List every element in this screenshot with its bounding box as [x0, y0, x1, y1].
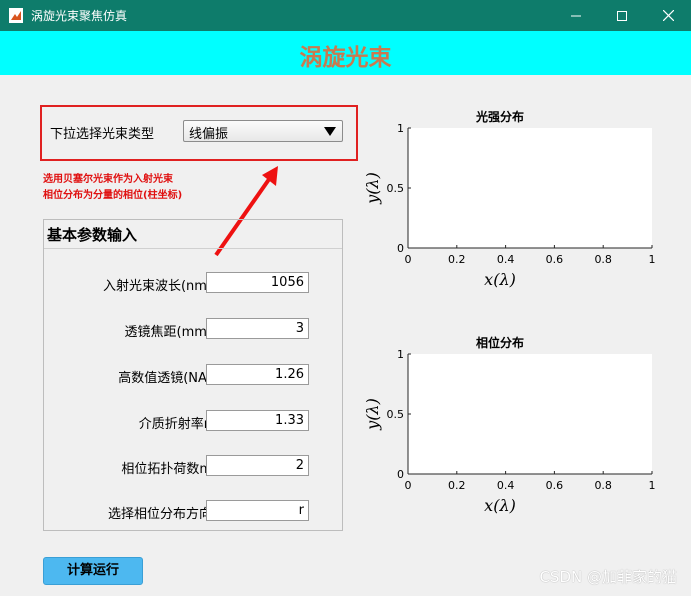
y-axis-label: y(λ)	[363, 398, 382, 431]
y-tick-label: 0.5	[387, 182, 405, 195]
x-tick-label: 1	[649, 479, 656, 492]
plot-area	[408, 128, 652, 248]
header-banner: 涡旋光束	[0, 31, 691, 75]
x-tick-label: 0.6	[546, 253, 564, 266]
x-tick-label: 1	[649, 253, 656, 266]
focal-length-label: 透镜焦距(mm)	[124, 325, 212, 340]
x-axis-label: x(λ)	[484, 270, 516, 289]
phase-plot: 相位分布 0 0.2 0.4 0.6 0.8 1 0 0.5 1 x(λ) y(λ)	[360, 332, 660, 522]
x-tick-label: 0.2	[448, 479, 466, 492]
y-tick-label: 0.5	[387, 408, 405, 421]
y-axis-label: y(λ)	[363, 172, 382, 205]
focal-length-input[interactable]	[206, 318, 309, 339]
beam-type-dropdown[interactable]: 线偏振	[183, 120, 343, 142]
maximize-icon	[617, 10, 627, 21]
window-titlebar: 涡旋光束聚焦仿真	[0, 0, 691, 31]
chart-svg: 相位分布 0 0.2 0.4 0.6 0.8 1 0 0.5 1 x(λ) y(λ)	[363, 335, 656, 515]
x-tick-label: 0.6	[546, 479, 564, 492]
y-tick-label: 0	[397, 242, 404, 255]
window-title: 涡旋光束聚焦仿真	[31, 9, 128, 23]
x-tick-label: 0.8	[594, 479, 612, 492]
beam-type-selected: 线偏振	[189, 127, 229, 142]
watermark: CSDN @加菲家的猫	[539, 568, 677, 586]
params-panel-divider	[44, 248, 342, 249]
beam-note-line-1: 选用贝塞尔光束作为入射光束	[43, 174, 173, 185]
param-row-focal-length: 透镜焦距(mm)	[44, 318, 342, 340]
x-tick-label: 0	[405, 253, 412, 266]
intensity-plot: 光强分布 0 0.2 0.4 0.6 0.8 1 0 0.5 1 x(λ) y(λ)	[360, 106, 660, 296]
params-panel: 基本参数输入 入射光束波长(nm) 透镜焦距(mm) 高数值透镜(NA) 介质折…	[43, 219, 343, 531]
na-input[interactable]	[206, 364, 309, 385]
param-row-phase-direction: 选择相位分布方向	[44, 500, 342, 522]
x-axis-label: x(λ)	[484, 496, 516, 515]
beam-type-label: 下拉选择光束类型	[50, 127, 155, 142]
x-tick-label: 0	[405, 479, 412, 492]
matlab-app-icon	[9, 8, 23, 23]
beam-note-line-2: 相位分布为分量的相位(柱坐标)	[43, 190, 183, 201]
minimize-button[interactable]	[553, 0, 599, 31]
chart-svg: 光强分布 0 0.2 0.4 0.6 0.8 1 0 0.5 1 x(λ) y(λ)	[363, 109, 656, 289]
maximize-button[interactable]	[599, 0, 645, 31]
dropdown-arrow-icon	[324, 127, 336, 136]
run-button[interactable]: 计算运行	[43, 557, 143, 585]
chart-title: 光强分布	[475, 109, 524, 124]
params-panel-title: 基本参数输入	[47, 226, 138, 244]
na-label: 高数值透镜(NA)	[118, 371, 212, 386]
close-button[interactable]	[645, 0, 691, 31]
x-tick-label: 0.4	[497, 253, 514, 266]
wavelength-input[interactable]	[206, 272, 309, 293]
param-row-topological-charge: 相位拓扑荷数m	[44, 455, 342, 477]
refractive-index-label: 介质折射率n	[138, 417, 212, 432]
x-tick-label: 0.8	[594, 253, 612, 266]
param-row-na: 高数值透镜(NA)	[44, 364, 342, 386]
minimize-icon	[571, 15, 581, 16]
banner-title: 涡旋光束	[299, 44, 392, 71]
plot-area	[408, 354, 652, 474]
x-tick-label: 0.4	[497, 479, 514, 492]
close-icon	[662, 10, 674, 21]
param-row-refractive-index: 介质折射率n	[44, 410, 342, 432]
topological-charge-label: 相位拓扑荷数m	[121, 462, 212, 477]
phase-direction-label: 选择相位分布方向	[107, 507, 212, 522]
wavelength-label: 入射光束波长(nm)	[102, 279, 212, 294]
y-tick-label: 1	[397, 122, 404, 135]
phase-direction-input[interactable]	[206, 500, 309, 521]
beam-type-select-group: 下拉选择光束类型 线偏振	[40, 105, 358, 161]
x-tick-label: 0.2	[448, 253, 466, 266]
param-row-wavelength: 入射光束波长(nm)	[44, 272, 342, 294]
y-tick-label: 0	[397, 468, 404, 481]
topological-charge-input[interactable]	[206, 455, 309, 476]
chart-title: 相位分布	[476, 335, 524, 350]
refractive-index-input[interactable]	[206, 410, 309, 431]
y-tick-label: 1	[397, 348, 404, 361]
